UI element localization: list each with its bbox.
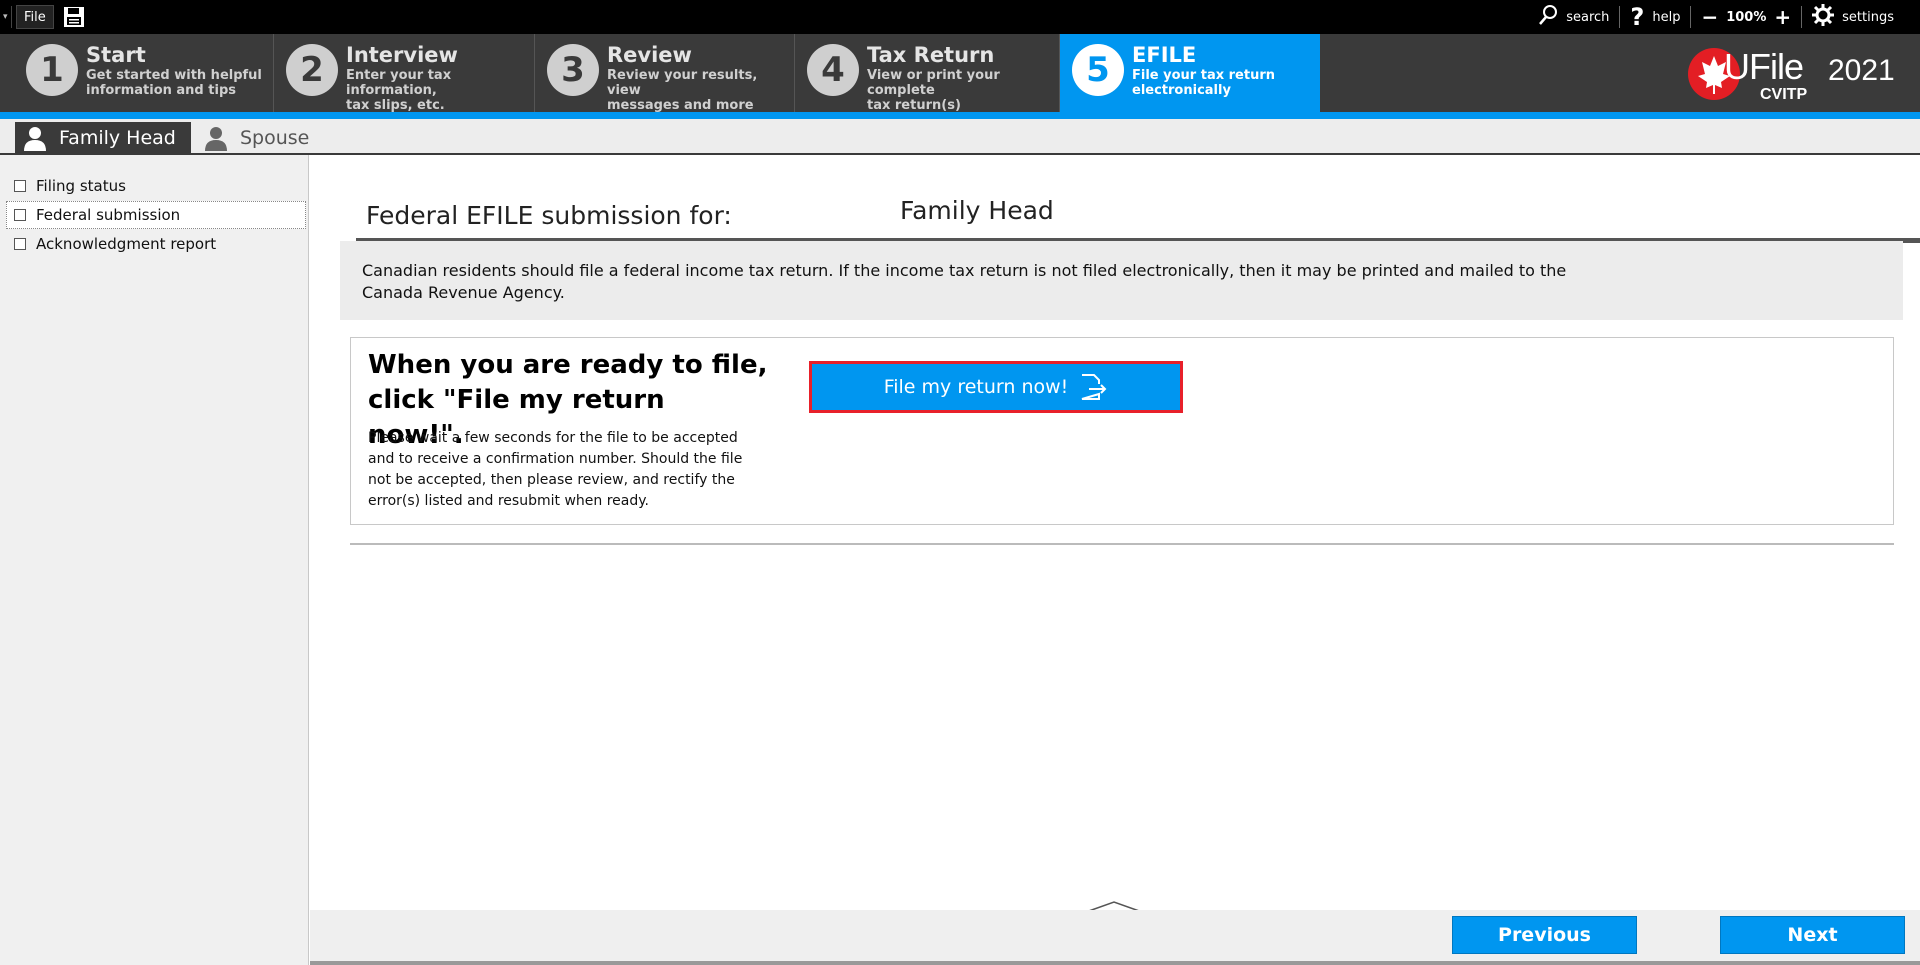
next-button[interactable]: Next <box>1720 916 1905 954</box>
step-number: 5 <box>1072 44 1124 96</box>
step-start[interactable]: 1 Start Get started with helpful informat… <box>0 34 274 112</box>
workflow-steps: 1 Start Get started with helpful informat… <box>0 34 1920 113</box>
page-title-person: Family Head <box>900 196 1054 225</box>
step-tax-return[interactable]: 4 Tax Return View or print your complete … <box>795 34 1060 113</box>
file-button-label: File my return now! <box>883 376 1069 398</box>
search-tool[interactable]: search <box>1528 4 1619 30</box>
checkbox-icon <box>14 238 26 250</box>
tab-label: Spouse <box>240 126 310 149</box>
info-text: Canadian residents should file a federal… <box>362 261 1567 302</box>
logo-year: 2021 <box>1828 54 1895 87</box>
help-label: help <box>1652 9 1681 25</box>
file-menu-button[interactable]: File <box>16 5 54 29</box>
file-my-return-now-button[interactable]: File my return now! <box>809 361 1183 413</box>
sidebar-item-label: Acknowledgment report <box>36 235 217 253</box>
sidebar-item-label: Federal submission <box>36 206 181 224</box>
page-title-row: Federal EFILE submission for: Family Hea… <box>356 193 1920 243</box>
settings-label: settings <box>1842 9 1894 25</box>
step-subtitle: View or print your complete tax return(s… <box>867 68 1000 113</box>
step-title: Tax Return <box>867 43 995 67</box>
footer-nav: Previous Next <box>310 910 1920 965</box>
sidebar-item-acknowledgment-report[interactable]: Acknowledgment report <box>6 230 306 258</box>
top-toolbar: ▾ File search ? help − 100% + settings <box>0 0 1920 34</box>
file-panel: When you are ready to file, click "File … <box>350 337 1894 525</box>
step-title: Review <box>607 43 692 67</box>
step-efile[interactable]: 5 EFILE File your tax return electronical… <box>1060 34 1320 112</box>
step-number: 3 <box>547 44 599 96</box>
sidebar-item-filing-status[interactable]: Filing status <box>6 172 306 200</box>
previous-button[interactable]: Previous <box>1452 916 1637 954</box>
step-number: 4 <box>807 44 859 96</box>
sidebar: Filing status Federal submission Acknowl… <box>0 155 309 965</box>
page-title: Federal EFILE submission for: <box>366 201 732 230</box>
gear-icon <box>1812 4 1835 30</box>
file-note: Please wait a few seconds for the file t… <box>368 430 743 509</box>
step-review[interactable]: 3 Review Review your results, view messag… <box>535 34 795 113</box>
step-interview[interactable]: 2 Interview Enter your tax information, t… <box>274 34 535 113</box>
info-panel: Canadian residents should file a federal… <box>340 241 1903 320</box>
section-divider <box>350 543 1894 545</box>
send-file-icon <box>1078 372 1108 402</box>
step-subtitle: Enter your tax information, tax slips, e… <box>346 68 452 113</box>
person-icon <box>202 124 230 152</box>
main-content: Federal EFILE submission for: Family Hea… <box>310 155 1920 913</box>
step-subtitle: Review your results, view messages and m… <box>607 68 758 113</box>
step-title: Interview <box>346 43 458 67</box>
menu-caret-icon[interactable]: ▾ <box>3 6 12 28</box>
zoom-control: − 100% + <box>1691 7 1801 27</box>
person-tabs: Family Head Spouse <box>0 119 1920 155</box>
step-subtitle: Get started with helpful information and… <box>86 68 262 98</box>
step-title: Start <box>86 43 146 67</box>
tab-family-head[interactable]: Family Head <box>15 122 191 153</box>
zoom-out-button[interactable]: − <box>1701 7 1718 27</box>
logo-brand: UFile <box>1724 46 1804 87</box>
help-tool[interactable]: ? help <box>1620 3 1690 31</box>
help-icon: ? <box>1630 3 1645 31</box>
settings-tool[interactable]: settings <box>1802 4 1904 30</box>
sidebar-item-label: Filing status <box>36 177 126 195</box>
step-title: EFILE <box>1132 43 1197 67</box>
step-number: 2 <box>286 44 338 96</box>
step-number: 1 <box>26 44 78 96</box>
checkbox-icon <box>14 180 26 192</box>
sidebar-item-federal-submission[interactable]: Federal submission <box>6 201 306 229</box>
person-icon <box>21 124 49 152</box>
tab-label: Family Head <box>59 126 176 149</box>
ufile-logo: UFile 2021 CVITP <box>1688 46 1898 104</box>
search-icon <box>1538 4 1558 30</box>
tab-spouse[interactable]: Spouse <box>196 122 310 153</box>
zoom-in-button[interactable]: + <box>1774 7 1791 27</box>
step-subtitle: File your tax return electronically <box>1132 68 1275 98</box>
logo-edition: CVITP <box>1760 86 1808 103</box>
checkbox-icon <box>14 209 26 221</box>
zoom-level: 100% <box>1726 9 1767 25</box>
steps-underline <box>0 112 1920 119</box>
save-icon[interactable] <box>62 6 86 28</box>
search-label: search <box>1566 9 1610 25</box>
